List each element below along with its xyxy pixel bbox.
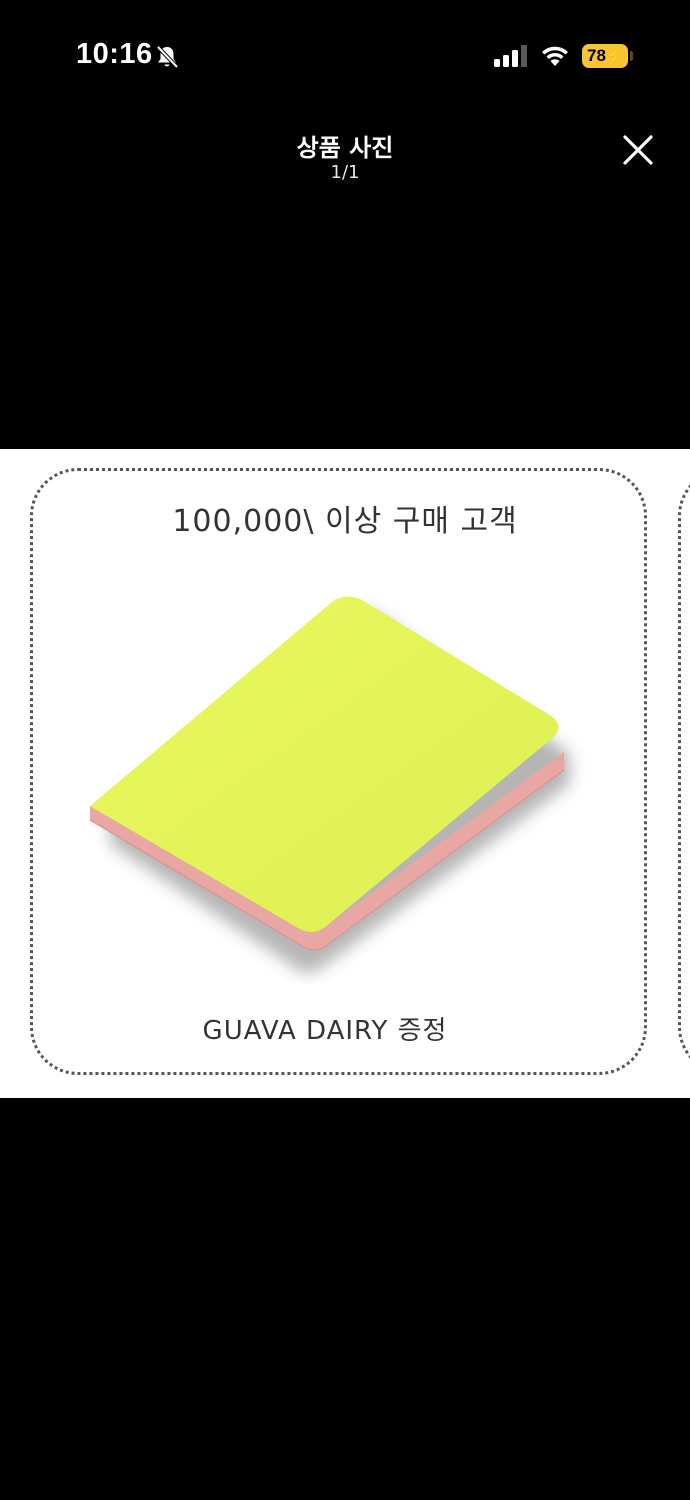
wifi-icon: [540, 42, 570, 68]
next-card-frame: [678, 468, 690, 1075]
charging-bolt-icon: ⚡: [605, 48, 625, 65]
battery-level: 78: [587, 46, 606, 65]
gift-text: GUAVA DAIRY 증정: [202, 1016, 448, 1046]
product-photo[interactable]: 100,000\ 이상 구매 고객 GUAVA DAIRY 증정: [0, 449, 690, 1098]
notebook-image: [89, 596, 570, 973]
status-bar: 10:16 78 ⚡: [0, 0, 690, 110]
battery-icon: 78 ⚡: [582, 44, 628, 68]
page-title: 상품 사진: [296, 134, 394, 162]
battery-nub: [630, 51, 633, 61]
photo-counter: 1/1: [330, 162, 360, 183]
cellular-signal-icon: [494, 44, 528, 68]
close-icon: [623, 135, 653, 165]
bell-slash-icon: [154, 44, 180, 70]
close-button[interactable]: [616, 128, 660, 172]
status-time: 10:16: [76, 38, 153, 70]
promo-text: 100,000\ 이상 구매 고객: [172, 504, 518, 539]
